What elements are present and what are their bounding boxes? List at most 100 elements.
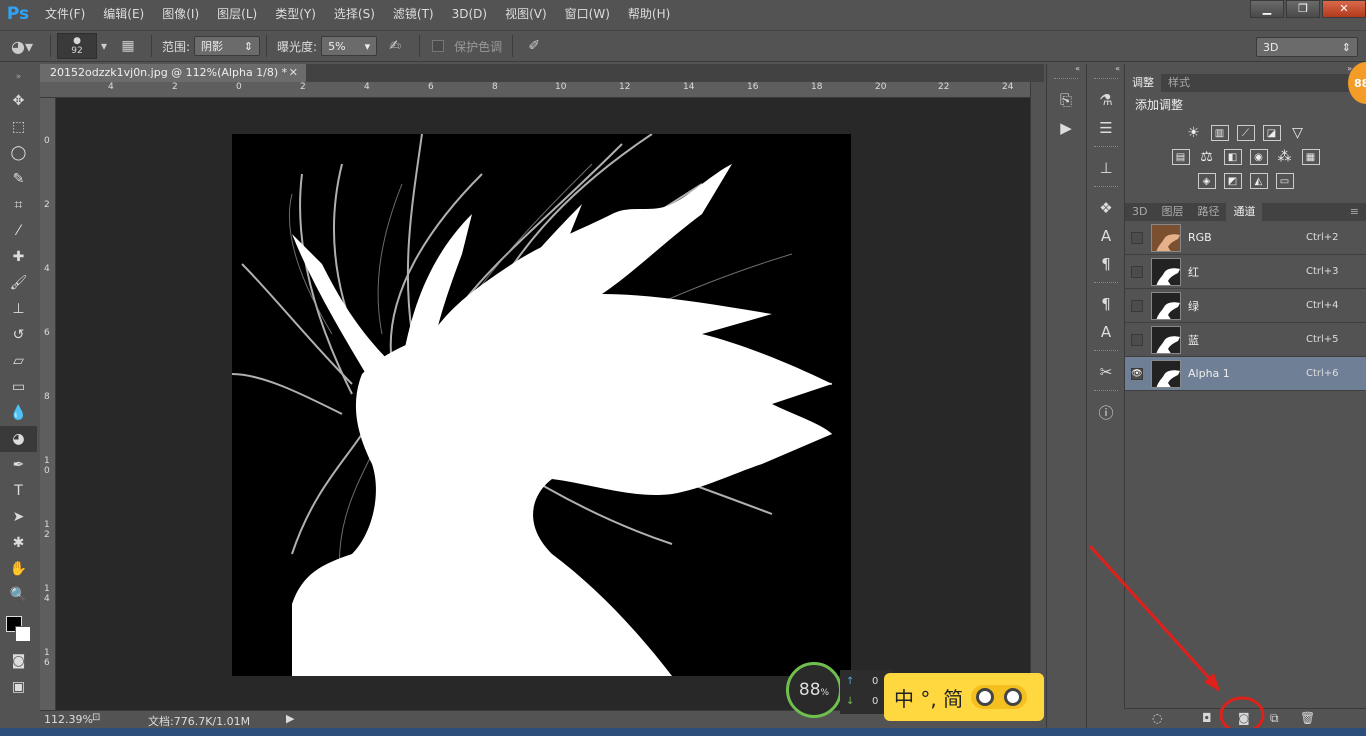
character-styles-icon[interactable]: A bbox=[1087, 318, 1125, 346]
collapse-icon[interactable]: « bbox=[1047, 64, 1084, 74]
tool-presets-icon[interactable]: ⚗ bbox=[1087, 86, 1125, 114]
menu-help[interactable]: 帮助(H) bbox=[619, 0, 679, 28]
background-color[interactable] bbox=[15, 626, 31, 642]
burn-tool-icon[interactable]: ◕ bbox=[0, 426, 37, 452]
quick-selection-tool-icon[interactable]: ✎ bbox=[0, 166, 37, 192]
workspace-select[interactable]: 3D ⇕ bbox=[1256, 37, 1358, 57]
chevron-down-icon[interactable]: ▾ bbox=[97, 39, 111, 53]
paragraph-styles-icon[interactable]: ¶ bbox=[1087, 290, 1125, 318]
visibility-toggle[interactable] bbox=[1131, 299, 1143, 312]
panel-menu-icon[interactable]: ≡ bbox=[1343, 203, 1366, 221]
minimize-button[interactable]: ▁ bbox=[1250, 0, 1284, 18]
ime-toolbar[interactable]: 中 °, 简 bbox=[884, 673, 1044, 721]
menu-3d[interactable]: 3D(D) bbox=[443, 0, 496, 28]
close-tab-icon[interactable]: ✕ bbox=[289, 64, 298, 82]
collapse-icon[interactable]: « bbox=[1087, 64, 1124, 74]
channel-row[interactable]: 👁 Alpha 1 Ctrl+6 bbox=[1125, 357, 1366, 391]
tools-icon[interactable]: ✂ bbox=[1087, 358, 1125, 386]
curves-icon[interactable]: ⟋ bbox=[1236, 125, 1255, 141]
zoom-level[interactable]: 112.39% bbox=[44, 713, 93, 726]
channel-row[interactable]: 红 Ctrl+3 bbox=[1125, 255, 1366, 289]
brightness-icon[interactable]: ☀ bbox=[1185, 125, 1203, 141]
zoom-icon[interactable]: ⊡ bbox=[92, 712, 100, 723]
type-tool-icon[interactable]: T bbox=[0, 478, 37, 504]
protect-tones-checkbox[interactable] bbox=[432, 40, 445, 52]
black-white-icon[interactable]: ◧ bbox=[1223, 149, 1242, 165]
paragraph-icon[interactable]: ¶ bbox=[1087, 250, 1125, 278]
exposure-input[interactable]: 5% ▾ bbox=[321, 36, 378, 56]
history-brush-tool-icon[interactable]: ↺ bbox=[0, 322, 37, 348]
menu-layer[interactable]: 图层(L) bbox=[208, 0, 266, 28]
hue-saturation-icon[interactable]: ▤ bbox=[1171, 149, 1190, 165]
channel-mixer-icon[interactable]: ⁂ bbox=[1276, 149, 1294, 165]
healing-brush-tool-icon[interactable]: ✚ bbox=[0, 244, 37, 270]
shape-tool-icon[interactable]: ✱ bbox=[0, 530, 37, 556]
tab-paths[interactable]: 路径 bbox=[1190, 203, 1226, 221]
quick-mask-icon[interactable]: ◙ bbox=[0, 648, 37, 674]
channel-row[interactable]: 绿 Ctrl+4 bbox=[1125, 289, 1366, 323]
alpha-channel-image[interactable] bbox=[232, 134, 851, 676]
menu-file[interactable]: 文件(F) bbox=[36, 0, 94, 28]
threshold-icon[interactable]: ◭ bbox=[1249, 173, 1268, 189]
screen-mode-icon[interactable]: ▣ bbox=[0, 674, 37, 700]
brush-picker[interactable]: ● 92 bbox=[57, 33, 97, 59]
character-icon[interactable]: A bbox=[1087, 222, 1125, 250]
crop-tool-icon[interactable]: ⌗ bbox=[0, 192, 37, 218]
lasso-tool-icon[interactable]: ◯ bbox=[0, 140, 37, 166]
marquee-tool-icon[interactable]: ⬚ bbox=[0, 114, 37, 140]
menu-edit[interactable]: 编辑(E) bbox=[94, 0, 153, 28]
trash-icon[interactable]: 🗑 bbox=[1300, 711, 1315, 725]
tab-channels[interactable]: 通道 bbox=[1226, 203, 1263, 221]
color-swatches[interactable] bbox=[0, 608, 37, 648]
gradient-map-icon[interactable]: ▭ bbox=[1275, 173, 1294, 189]
burn-tool-preset-icon[interactable]: ◕▾ bbox=[0, 37, 44, 56]
history-panel-icon[interactable]: ⎘ bbox=[1047, 86, 1085, 114]
color-lookup-icon[interactable]: ▦ bbox=[1301, 149, 1320, 165]
path-selection-tool-icon[interactable]: ➤ bbox=[0, 504, 37, 530]
levels-icon[interactable]: ▥ bbox=[1210, 125, 1229, 141]
menu-select[interactable]: 选择(S) bbox=[325, 0, 384, 28]
visibility-toggle[interactable] bbox=[1131, 231, 1143, 244]
menu-type[interactable]: 类型(Y) bbox=[266, 0, 325, 28]
menu-view[interactable]: 视图(V) bbox=[496, 0, 556, 28]
hand-tool-icon[interactable]: ✋ bbox=[0, 556, 37, 582]
visibility-toggle[interactable] bbox=[1131, 265, 1143, 278]
blur-tool-icon[interactable]: 💧 bbox=[0, 400, 37, 426]
clone-stamp-tool-icon[interactable]: ⊥ bbox=[0, 296, 37, 322]
brush-panel-icon[interactable]: ▦ bbox=[111, 38, 145, 54]
tab-styles[interactable]: 样式 bbox=[1161, 74, 1197, 92]
move-tool-icon[interactable]: ✥ bbox=[0, 88, 37, 114]
menu-window[interactable]: 窗口(W) bbox=[556, 0, 619, 28]
posterize-icon[interactable]: ◩ bbox=[1223, 173, 1242, 189]
brush-tool-icon[interactable]: 🖌 bbox=[0, 270, 37, 296]
collapse-icon[interactable]: » bbox=[1125, 64, 1366, 74]
color-balance-icon[interactable]: ⚖ bbox=[1198, 149, 1216, 165]
exposure-icon[interactable]: ◪ bbox=[1262, 125, 1281, 141]
range-select[interactable]: 阴影 ⇕ bbox=[194, 36, 261, 56]
airbrush-icon[interactable]: ✍ bbox=[377, 38, 413, 54]
eye-icon[interactable]: 👁 bbox=[1131, 367, 1143, 380]
toolbox-collapse-icon[interactable]: » bbox=[0, 66, 37, 88]
menu-filter[interactable]: 滤镜(T) bbox=[384, 0, 443, 28]
eraser-tool-icon[interactable]: ▱ bbox=[0, 348, 37, 374]
zoom-tool-icon[interactable]: 🔍 bbox=[0, 582, 37, 608]
tab-layers[interactable]: 图层 bbox=[1154, 203, 1190, 221]
restore-button[interactable]: ❐ bbox=[1286, 0, 1320, 18]
tab-adjustments[interactable]: 调整 bbox=[1125, 74, 1161, 92]
brush-presets-icon[interactable]: ☰ bbox=[1087, 114, 1125, 142]
invert-icon[interactable]: ◈ bbox=[1197, 173, 1216, 189]
document-tab[interactable]: 20152odzzk1vj0n.jpg @ 112%(Alpha 1/8) * … bbox=[40, 64, 306, 82]
channel-row[interactable]: 蓝 Ctrl+5 bbox=[1125, 323, 1366, 357]
visibility-toggle[interactable] bbox=[1131, 333, 1143, 346]
properties-icon[interactable]: ❖ bbox=[1087, 194, 1125, 222]
close-button[interactable]: ✕ bbox=[1322, 0, 1366, 18]
vibrance-icon[interactable]: ▽ bbox=[1289, 125, 1307, 141]
pen-tool-icon[interactable]: ✒ bbox=[0, 452, 37, 478]
tab-3d[interactable]: 3D bbox=[1125, 203, 1154, 221]
status-menu-icon[interactable]: ▶ bbox=[286, 712, 294, 725]
menu-image[interactable]: 图像(I) bbox=[153, 0, 208, 28]
clone-source-icon[interactable]: ⊥ bbox=[1087, 154, 1125, 182]
actions-panel-icon[interactable]: ▶ bbox=[1047, 114, 1085, 142]
channel-row[interactable]: RGB Ctrl+2 bbox=[1125, 221, 1366, 255]
pressure-icon[interactable]: ✐ bbox=[519, 38, 549, 54]
